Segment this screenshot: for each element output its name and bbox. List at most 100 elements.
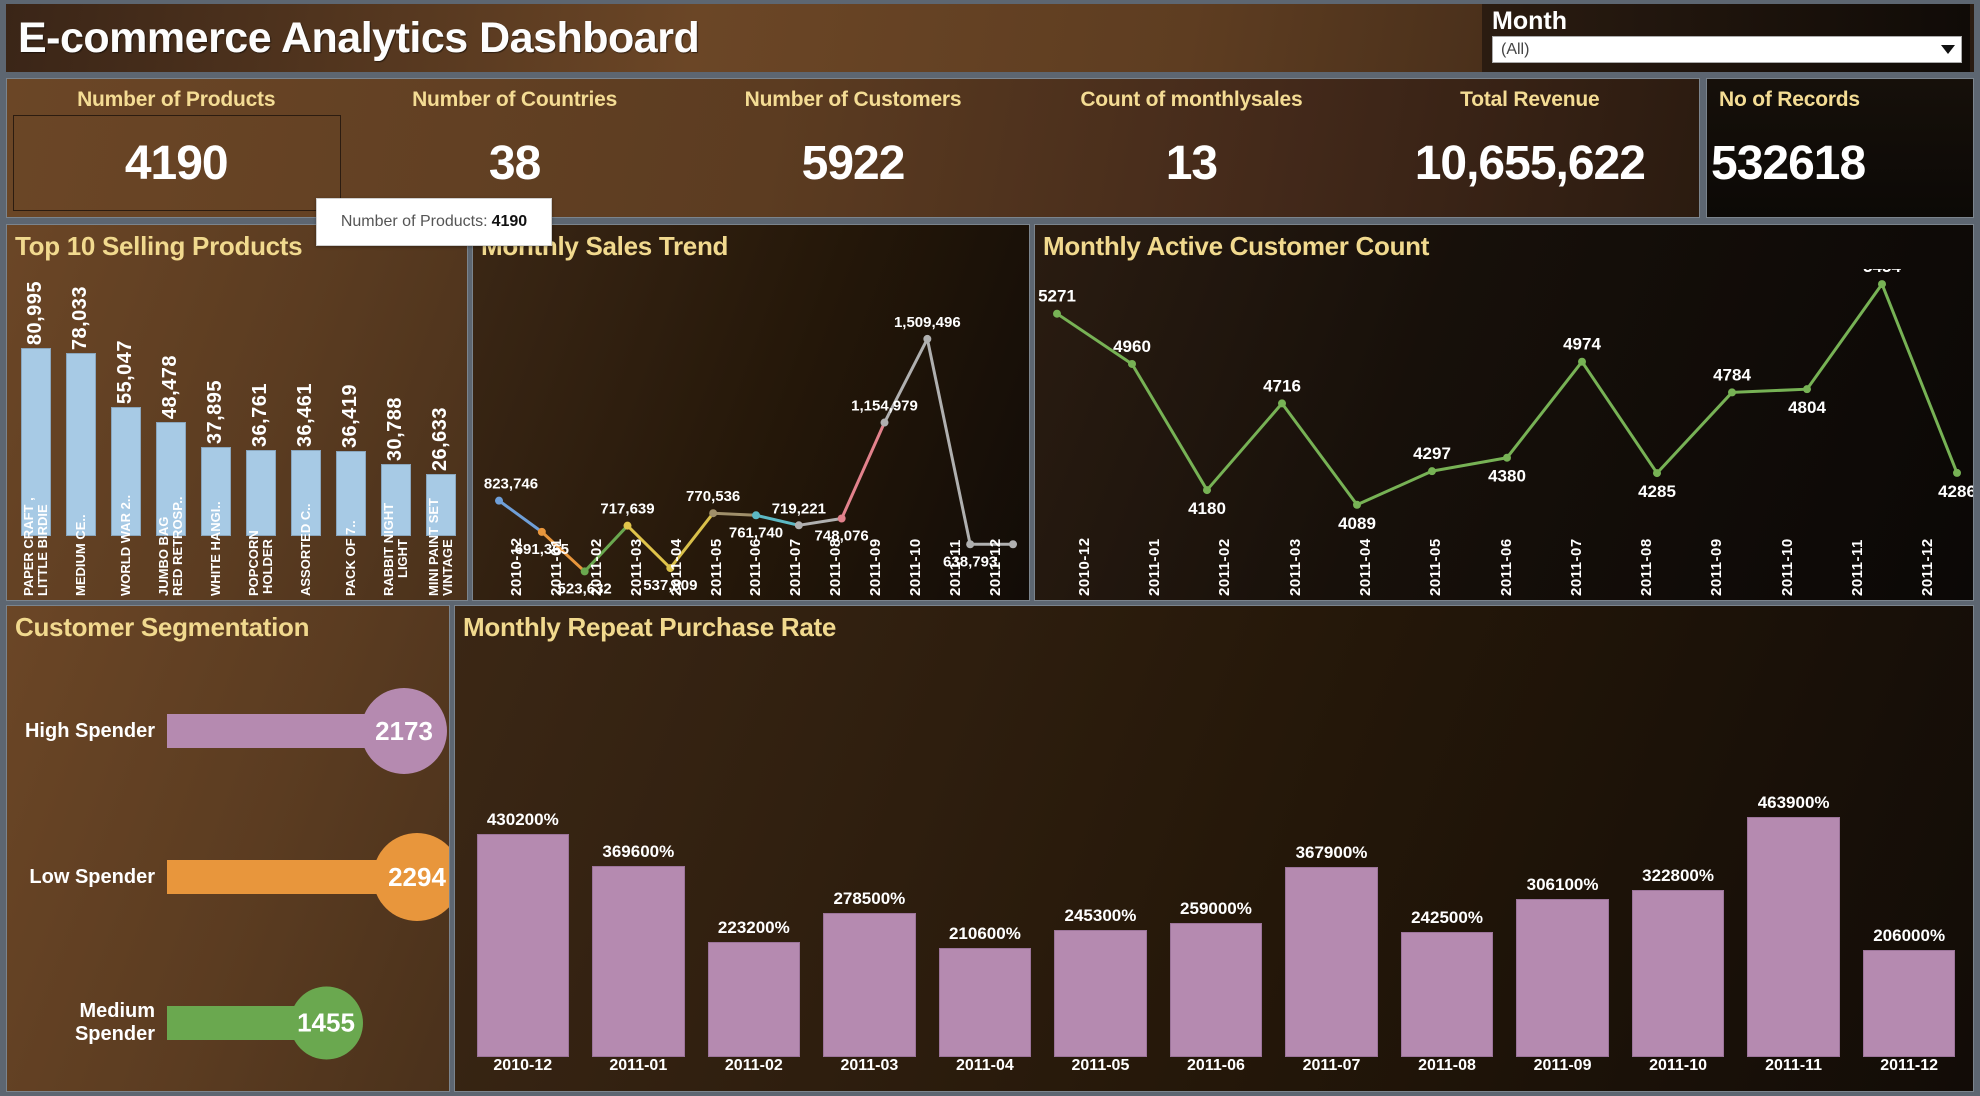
data-point[interactable]	[880, 418, 889, 427]
bar-rect[interactable]	[1285, 867, 1378, 1057]
bar-rect[interactable]	[245, 450, 276, 536]
panel-monthly-active-customer-count: Monthly Active Customer Count 5271 4960 41…	[1034, 224, 1974, 601]
bar-rect[interactable]	[65, 353, 96, 536]
bar-category-label: RABBIT NIGHT LIGHT	[380, 503, 410, 596]
bar-item[interactable]: 306100%	[1505, 660, 1621, 1057]
bar-value-label: 322800%	[1642, 866, 1714, 885]
bar-item[interactable]: 242500%	[1389, 660, 1505, 1057]
bar-item[interactable]: 206000%	[1851, 660, 1967, 1057]
bar-item[interactable]: 36,761	[238, 281, 283, 536]
axis-tick: 2011-10	[895, 484, 935, 596]
bar-item[interactable]: 78,033	[58, 281, 103, 536]
bar-rect[interactable]	[707, 942, 801, 1057]
axis-tick-label: 2011-11	[1849, 539, 1867, 596]
axis-tick: 2011-07	[1541, 484, 1611, 596]
bar-rect[interactable]	[823, 913, 916, 1057]
kpi-total-revenue[interactable]: Total Revenue 10,655,622	[1361, 79, 1699, 217]
segmentation-label: Medium Spender	[74, 1000, 155, 1045]
data-point[interactable]	[923, 334, 932, 343]
bar-item[interactable]: 36,419	[328, 281, 373, 536]
bar-item[interactable]: 30,788	[373, 281, 418, 536]
bar-axis-cell: POPCORN HOLDER	[238, 530, 283, 596]
bar-rect[interactable]	[1054, 930, 1147, 1057]
axis-tick: 2011-03	[1260, 484, 1330, 596]
bar-axis-cell: JUMBO BAG RED RETROSP..	[148, 497, 193, 596]
segmentation-bar[interactable]: 2294	[167, 833, 449, 921]
data-point-label: 4960	[1113, 337, 1151, 356]
line-segment	[1580, 360, 1659, 474]
segmentation-row[interactable]: High Spender 2173	[7, 658, 449, 804]
axis-tick: 2011-11	[935, 484, 975, 596]
axis-tick: 2011-08	[1418, 1057, 1476, 1074]
axis-tick-label: 2011-07	[1567, 538, 1585, 596]
bar-rect[interactable]	[938, 948, 1032, 1057]
bar-rect[interactable]	[1400, 932, 1494, 1057]
bar-rect[interactable]	[1516, 899, 1609, 1057]
bar-item[interactable]: 245300%	[1043, 660, 1159, 1057]
segmentation-value-bubble[interactable]: 2294	[373, 833, 449, 921]
data-point[interactable]	[1878, 280, 1886, 289]
bar-rect[interactable]	[1862, 950, 1956, 1057]
segmentation-value-bubble[interactable]: 2173	[361, 688, 447, 774]
data-point[interactable]	[1653, 469, 1661, 478]
axis-tick: 2011-07	[1302, 1057, 1361, 1074]
data-point[interactable]	[1578, 357, 1586, 366]
bar-rect[interactable]	[476, 834, 569, 1057]
data-point-label: 5271	[1038, 287, 1076, 306]
bar-item[interactable]: 278500%	[812, 660, 928, 1057]
axis-tick: 2011-06	[1471, 484, 1541, 596]
data-point[interactable]	[1953, 468, 1961, 477]
bar-item[interactable]: 37,895	[193, 281, 238, 536]
bar-item[interactable]: 369600%	[581, 660, 697, 1057]
bar-item[interactable]: 367900%	[1274, 660, 1390, 1057]
data-point[interactable]	[1728, 388, 1736, 397]
data-point[interactable]	[1503, 453, 1511, 462]
bar-item[interactable]: 223200%	[696, 660, 812, 1057]
data-point[interactable]	[1428, 467, 1436, 476]
bar-rect[interactable]	[1747, 817, 1840, 1057]
axis-tick-label: 2011-12	[1919, 538, 1937, 596]
bar-value-label: 36,419	[339, 383, 361, 448]
bar-value-label: 36,761	[249, 382, 271, 447]
bar-rect[interactable]	[592, 866, 685, 1057]
axis-tick-label: 2010-12	[508, 537, 526, 596]
segmentation-value-bubble[interactable]: 1455	[289, 986, 363, 1060]
axis-tick: 2011-06	[1187, 1057, 1245, 1074]
kpi-number-of-countries[interactable]: Number of Countries 38	[345, 79, 683, 217]
kpi-count-of-monthlysales[interactable]: Count of monthlysales 13	[1022, 79, 1360, 217]
axis-tick-label: 2011-04	[667, 538, 685, 596]
data-point[interactable]	[1053, 309, 1061, 318]
data-point[interactable]	[1128, 359, 1136, 368]
axis-tick: 2011-05	[696, 484, 736, 596]
segmentation-row[interactable]: Low Spender 2294	[7, 804, 449, 950]
kpi-value: 5922	[801, 137, 906, 190]
data-point[interactable]	[1803, 385, 1811, 394]
bar-item[interactable]: 36,461	[283, 281, 328, 536]
kpi-no-of-records[interactable]: No of Records 532618	[1706, 78, 1974, 218]
kpi-number-of-products[interactable]: Number of Products 4190	[7, 79, 345, 217]
bar-rect[interactable]	[1169, 923, 1263, 1057]
bar-item[interactable]: 322800%	[1620, 660, 1736, 1057]
month-filter-select[interactable]: (All)	[1492, 36, 1962, 63]
bar-rect[interactable]	[1631, 890, 1725, 1057]
kpi-number-of-customers[interactable]: Number of Customers 5922	[684, 79, 1022, 217]
axis-tick: 2011-03	[840, 1057, 899, 1074]
bar-item[interactable]: 463900%	[1736, 660, 1852, 1057]
axis-tick: 2011-08	[1612, 484, 1682, 596]
segmentation-row[interactable]: Medium Spender 1455	[7, 950, 449, 1091]
bar-value-label: 55,047	[114, 339, 136, 404]
segmentation-bar[interactable]: 1455	[167, 986, 363, 1060]
month-filter-value: (All)	[1501, 40, 1530, 58]
data-point[interactable]	[1278, 399, 1286, 408]
axis-tick: 2011-12	[975, 484, 1015, 596]
panel-title-repeat: Monthly Repeat Purchase Rate	[463, 612, 837, 642]
chevron-down-icon	[1941, 45, 1955, 54]
bar-item[interactable]: 210600%	[927, 660, 1043, 1057]
bar-item[interactable]: 430200%	[465, 660, 581, 1057]
kpi-value: 4190	[124, 137, 229, 190]
axis-tick: 2011-12	[1880, 1057, 1939, 1074]
bar-item[interactable]: 259000%	[1158, 660, 1274, 1057]
kpi-tooltip: Number of Products: 4190	[316, 198, 552, 246]
axis-tick: 2011-10	[1649, 1057, 1707, 1074]
segmentation-bar[interactable]: 2173	[167, 688, 447, 774]
